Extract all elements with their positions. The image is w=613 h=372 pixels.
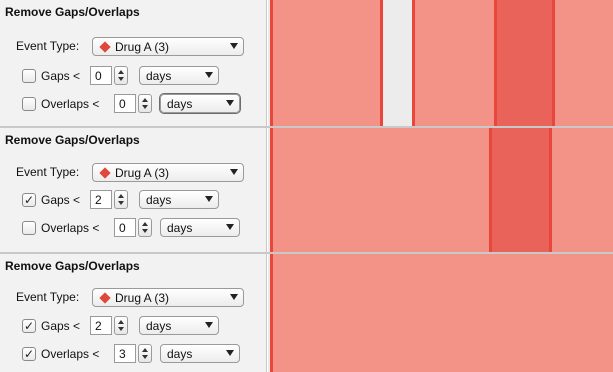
- gaps-stepper[interactable]: 2: [90, 316, 130, 335]
- remove-gaps-panel-2: Remove Gaps/Overlaps Event Type: Drug A …: [0, 128, 613, 252]
- overlaps-row: Overlaps <: [41, 343, 99, 365]
- event-type-label: Event Type:: [16, 165, 80, 179]
- timeline-view: [268, 254, 613, 372]
- timeline-view: [268, 0, 613, 126]
- chevron-down-icon: [230, 43, 238, 49]
- timeline-view: [268, 128, 613, 252]
- overlaps-row: Overlaps <: [41, 93, 99, 115]
- event-marker-icon: [99, 166, 111, 179]
- event-bar-start: [270, 0, 273, 126]
- chevron-down-icon: [205, 196, 213, 202]
- event-type-label: Event Type:: [16, 39, 80, 53]
- stepper-arrows-icon[interactable]: [114, 66, 128, 85]
- gaps-value[interactable]: 2: [90, 316, 112, 335]
- event-type-select[interactable]: Drug A (3): [92, 288, 244, 307]
- remove-gaps-panel-1: Remove Gaps/Overlaps Event Type: Drug A …: [0, 0, 613, 126]
- event-bar-start: [412, 0, 415, 126]
- event-type-row: Event Type:: [16, 286, 79, 308]
- gaps-unit: days: [146, 318, 172, 333]
- event-marker-icon: [99, 291, 111, 304]
- gaps-value[interactable]: 2: [90, 190, 112, 209]
- overlaps-unit-select[interactable]: days: [160, 344, 240, 363]
- stepper-arrows-icon[interactable]: [114, 190, 128, 209]
- gaps-unit: days: [146, 68, 172, 83]
- chevron-down-icon: [205, 322, 213, 328]
- event-type-row: Event Type:: [16, 35, 79, 57]
- gaps-label: Gaps <: [41, 69, 81, 83]
- gaps-value[interactable]: 0: [90, 66, 112, 85]
- chevron-down-icon: [226, 224, 234, 230]
- overlaps-value[interactable]: 0: [114, 94, 136, 113]
- chevron-down-icon: [230, 294, 238, 300]
- gaps-unit-select[interactable]: days: [139, 190, 219, 209]
- control-area: Remove Gaps/Overlaps Event Type: Drug A …: [0, 254, 267, 372]
- gaps-unit: days: [146, 192, 172, 207]
- control-area: Remove Gaps/Overlaps Event Type: Drug A …: [0, 0, 267, 126]
- overlaps-unit: days: [167, 220, 193, 235]
- overlaps-value[interactable]: 3: [114, 344, 136, 363]
- gaps-row: Gaps <: [41, 189, 80, 211]
- overlaps-row: Overlaps <: [41, 217, 99, 239]
- overlaps-unit: days: [167, 346, 193, 361]
- gaps-stepper[interactable]: 0: [90, 66, 130, 85]
- event-bar-start: [489, 128, 492, 252]
- chevron-down-icon: [226, 350, 234, 356]
- overlaps-value[interactable]: 0: [114, 218, 136, 237]
- panel-title: Remove Gaps/Overlaps: [5, 133, 140, 147]
- gaps-unit-select[interactable]: days: [139, 66, 219, 85]
- event-type-select[interactable]: Drug A (3): [92, 163, 244, 182]
- remove-gaps-panel-3: Remove Gaps/Overlaps Event Type: Drug A …: [0, 254, 613, 372]
- event-bar[interactable]: [270, 254, 613, 372]
- event-type-row: Event Type:: [16, 161, 79, 183]
- event-bar-end: [549, 128, 552, 252]
- chevron-down-icon: [205, 72, 213, 78]
- chevron-down-icon: [230, 169, 238, 175]
- overlaps-checkbox[interactable]: ✓: [22, 347, 36, 361]
- overlaps-stepper[interactable]: 0: [114, 94, 154, 113]
- event-type-label: Event Type:: [16, 290, 80, 304]
- event-bar-start: [270, 254, 273, 372]
- event-marker-icon: [99, 40, 111, 53]
- stepper-arrows-icon[interactable]: [138, 94, 152, 113]
- overlap-region: [489, 128, 552, 252]
- event-type-select[interactable]: Drug A (3): [92, 37, 244, 56]
- overlaps-unit-select[interactable]: days: [160, 218, 240, 237]
- gaps-checkbox[interactable]: ✓: [22, 319, 36, 333]
- event-bar-start: [270, 128, 273, 252]
- event-bar[interactable]: [270, 128, 613, 252]
- overlaps-label: Overlaps <: [41, 221, 100, 235]
- overlaps-label: Overlaps <: [41, 97, 100, 111]
- event-bar-end: [380, 0, 383, 126]
- event-type-value: Drug A (3): [115, 165, 170, 180]
- event-bar-end: [552, 0, 555, 126]
- panel-title: Remove Gaps/Overlaps: [5, 259, 140, 273]
- overlap-region: [494, 0, 555, 126]
- chevron-down-icon: [226, 100, 234, 106]
- overlaps-stepper[interactable]: 3: [114, 344, 154, 363]
- event-type-value: Drug A (3): [115, 39, 170, 54]
- gaps-row: Gaps <: [41, 315, 80, 337]
- event-type-value: Drug A (3): [115, 290, 170, 305]
- gaps-row: Gaps <: [41, 65, 80, 87]
- gaps-label: Gaps <: [41, 193, 81, 207]
- overlaps-checkbox[interactable]: [22, 221, 36, 235]
- stepper-arrows-icon[interactable]: [114, 316, 128, 335]
- overlaps-unit-select[interactable]: days: [160, 94, 240, 113]
- overlaps-stepper[interactable]: 0: [114, 218, 154, 237]
- gaps-unit-select[interactable]: days: [139, 316, 219, 335]
- gaps-checkbox[interactable]: [22, 69, 36, 83]
- gaps-stepper[interactable]: 2: [90, 190, 130, 209]
- gaps-label: Gaps <: [41, 319, 81, 333]
- overlaps-unit: days: [167, 96, 193, 111]
- control-area: Remove Gaps/Overlaps Event Type: Drug A …: [0, 128, 267, 252]
- stepper-arrows-icon[interactable]: [138, 344, 152, 363]
- overlaps-checkbox[interactable]: [22, 97, 36, 111]
- event-bar-start: [494, 0, 497, 126]
- panel-title: Remove Gaps/Overlaps: [5, 5, 140, 19]
- event-bar[interactable]: [270, 0, 383, 126]
- stepper-arrows-icon[interactable]: [138, 218, 152, 237]
- gaps-checkbox[interactable]: ✓: [22, 193, 36, 207]
- overlaps-label: Overlaps <: [41, 347, 100, 361]
